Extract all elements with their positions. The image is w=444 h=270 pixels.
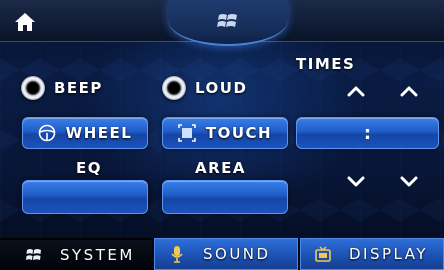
touchscreen-icon (178, 124, 196, 142)
microphone-icon (171, 246, 183, 263)
tab-sound[interactable]: SOUND (154, 238, 298, 270)
loud-label: LOUD (195, 79, 248, 97)
wheel-button[interactable]: WHEEL (22, 117, 148, 149)
settings-screen: BEEP LOUD TIMES WHEEL TOUCH : EQ AREA SY… (0, 0, 444, 270)
radio-icon (162, 76, 186, 100)
eq-label: EQ (76, 159, 102, 177)
area-selector[interactable] (162, 180, 288, 214)
times-label: TIMES (296, 55, 356, 73)
windows-logo-icon (26, 249, 41, 260)
loud-toggle[interactable]: LOUD (162, 76, 247, 100)
home-icon[interactable] (14, 12, 36, 32)
eq-selector[interactable] (22, 180, 148, 214)
beep-label: BEEP (54, 79, 103, 97)
hour-down-arrow-icon[interactable] (347, 175, 365, 189)
wheel-label: WHEEL (65, 124, 133, 142)
minute-down-arrow-icon[interactable] (400, 175, 418, 189)
steering-wheel-icon (38, 124, 55, 142)
time-separator: : (363, 122, 372, 144)
tab-sound-label: SOUND (203, 245, 271, 263)
bottom-tab-bar: SYSTEM SOUND DISPLAY (0, 238, 444, 270)
display-icon (315, 246, 331, 262)
minute-up-arrow-icon[interactable] (400, 84, 418, 98)
touch-label: TOUCH (205, 124, 273, 142)
tab-display-label: DISPLAY (349, 245, 429, 263)
beep-toggle[interactable]: BEEP (21, 76, 103, 100)
radio-icon (21, 76, 45, 100)
touch-button[interactable]: TOUCH (162, 117, 288, 149)
tab-display[interactable]: DISPLAY (300, 238, 444, 270)
windows-logo-icon (217, 11, 239, 31)
area-label: AREA (195, 159, 247, 177)
top-menu-tab[interactable] (168, 0, 288, 46)
tab-system-label: SYSTEM (60, 246, 135, 264)
top-bar (0, 0, 444, 46)
hour-up-arrow-icon[interactable] (347, 84, 365, 98)
time-display: : (296, 117, 439, 149)
tab-system[interactable]: SYSTEM (0, 238, 152, 270)
